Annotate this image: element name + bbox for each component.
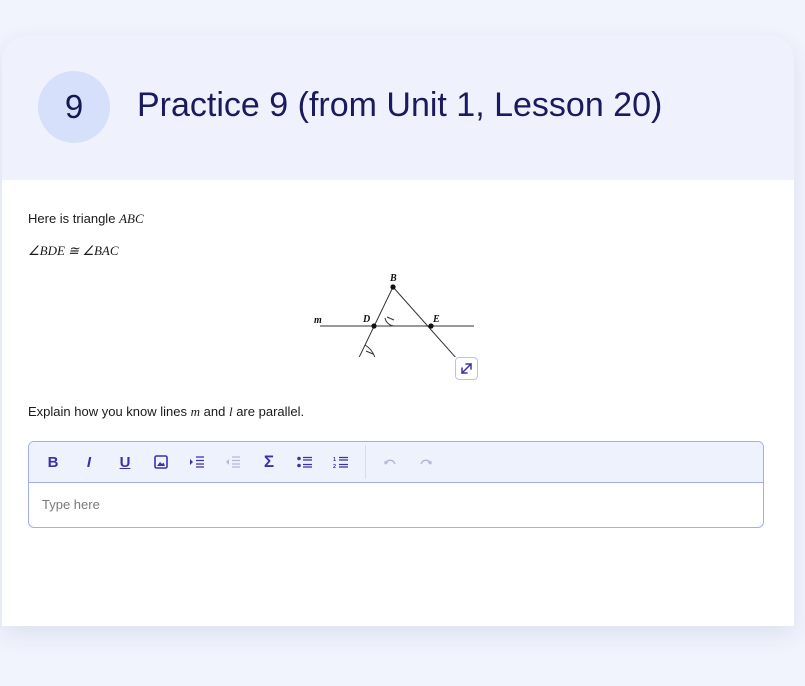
toolbar-divider	[365, 445, 366, 479]
card-header: 9 Practice 9 (from Unit 1, Lesson 20)	[2, 36, 794, 180]
undo-button[interactable]	[372, 446, 408, 478]
question-and: and	[203, 404, 226, 419]
bold-icon: B	[47, 453, 59, 471]
question-title: Practice 9 (from Unit 1, Lesson 20)	[137, 86, 663, 124]
image-button[interactable]	[143, 446, 179, 478]
var-m: m	[190, 404, 200, 419]
indent-icon	[190, 456, 204, 468]
expand-image-button[interactable]	[455, 357, 478, 380]
var-l: l	[228, 404, 233, 419]
tick-d	[386, 316, 395, 321]
label-e: E	[432, 314, 440, 325]
angle-congruence: ∠BDE ≅ ∠BAC	[28, 243, 119, 258]
bulleted-list-icon	[297, 456, 312, 468]
label-d: D	[362, 314, 370, 325]
question-text: Explain how you know lines m and l are p…	[28, 404, 304, 420]
redo-button[interactable]	[408, 446, 444, 478]
sigma-icon: Σ	[263, 452, 275, 471]
answer-editor: B I U Σ 1 2 Type here	[28, 441, 764, 528]
outdent-button[interactable]	[215, 446, 251, 478]
editor-toolbar: B I U Σ 1 2	[29, 442, 763, 483]
triangle-figure: B D E A C m ℓ	[314, 273, 474, 357]
point-b	[390, 284, 396, 290]
label-b: B	[389, 273, 397, 284]
outdent-icon	[226, 456, 240, 468]
question-part-a: Explain how you know lines	[28, 404, 187, 419]
italic-icon: I	[86, 453, 92, 471]
math-equation-button[interactable]: Σ	[251, 446, 287, 478]
undo-icon	[383, 459, 396, 465]
svg-text:1: 1	[333, 457, 336, 463]
image-icon	[154, 455, 168, 469]
numbered-list-icon: 12	[333, 456, 348, 469]
intro-label: Here is triangle	[28, 211, 116, 226]
italic-button[interactable]: I	[71, 446, 107, 478]
answer-placeholder: Type here	[42, 497, 100, 512]
point-d	[371, 323, 377, 329]
label-line-m: m	[314, 315, 322, 326]
svg-text:2: 2	[333, 464, 336, 469]
expand-icon	[461, 363, 472, 374]
underline-button[interactable]: U	[107, 446, 143, 478]
question-number-badge: 9	[38, 71, 110, 143]
bold-button[interactable]: B	[35, 446, 71, 478]
intro-text: Here is triangle ABC	[28, 211, 144, 227]
underline-icon: U	[119, 453, 131, 471]
answer-text-area[interactable]: Type here	[29, 483, 763, 527]
question-part-b: are parallel.	[236, 404, 305, 419]
redo-icon	[420, 459, 433, 465]
numbered-list-button[interactable]: 12	[323, 446, 359, 478]
indent-button[interactable]	[179, 446, 215, 478]
triangle-name: ABC	[119, 211, 144, 226]
bulleted-list-button[interactable]	[287, 446, 323, 478]
